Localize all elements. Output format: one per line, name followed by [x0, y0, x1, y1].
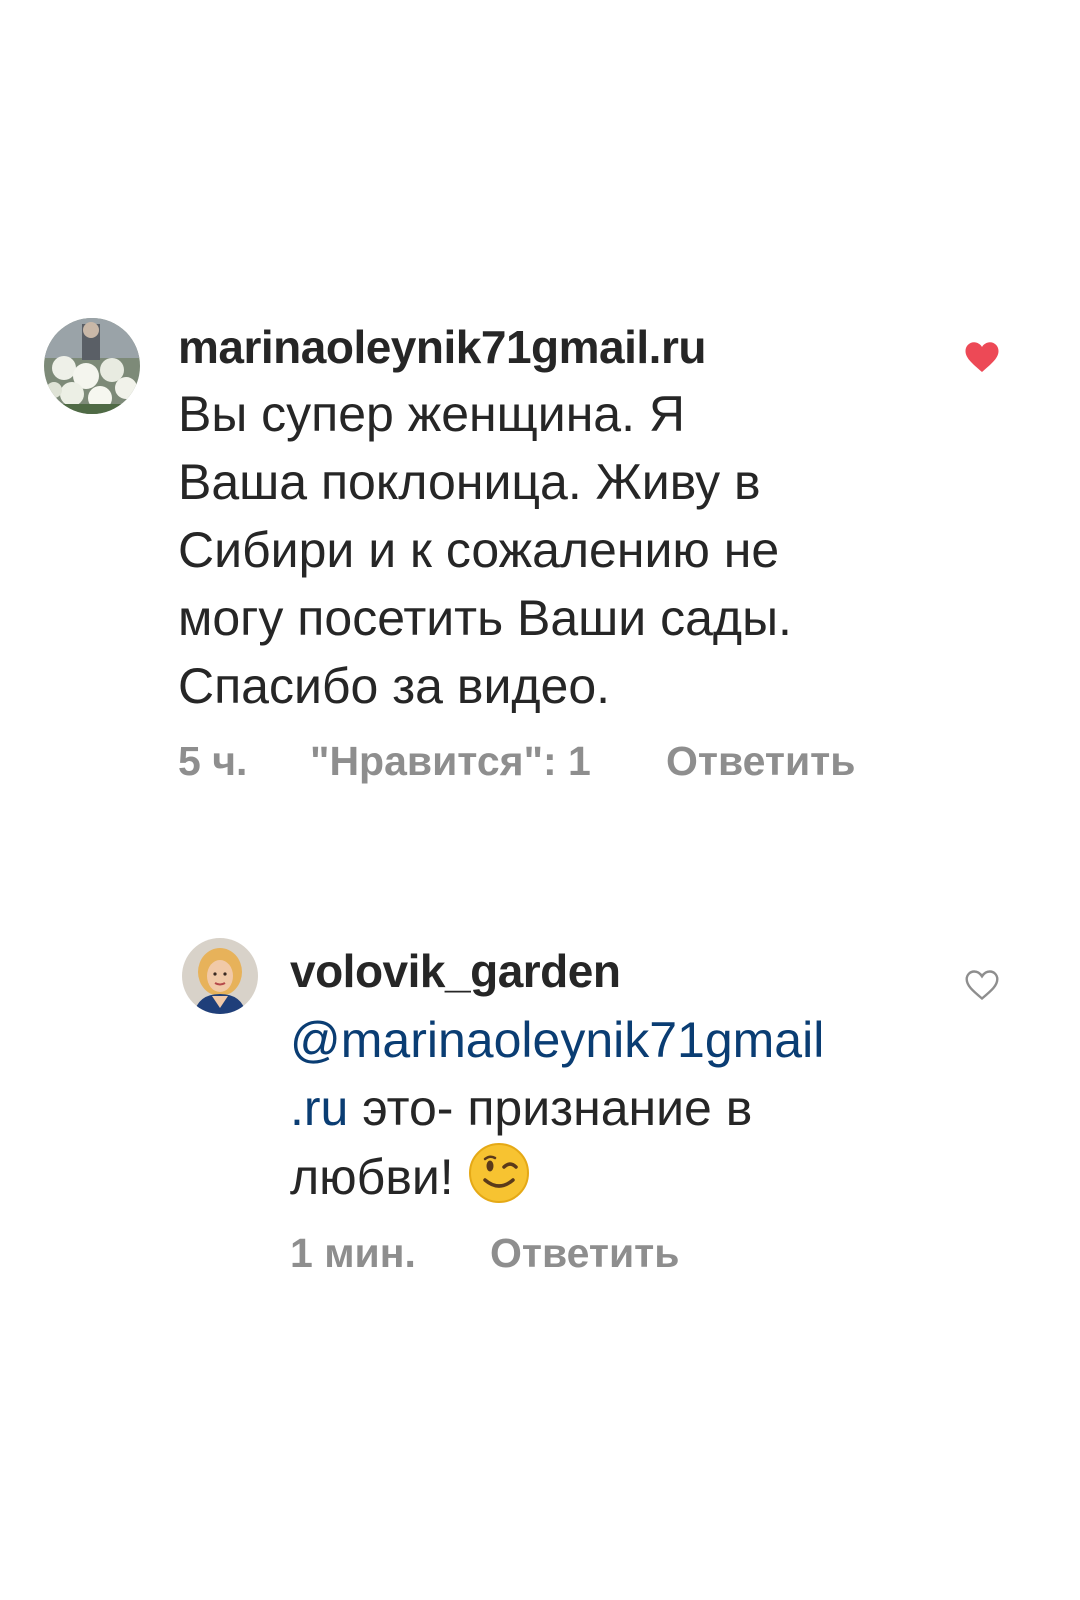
- comment-line-2: .ru это- признание в: [290, 1074, 950, 1142]
- comment-text-part: любви!: [290, 1149, 454, 1205]
- avatar-image: [182, 938, 258, 1014]
- comment-line-3: любви!: [290, 1142, 950, 1211]
- reply-button[interactable]: Ответить: [490, 1230, 679, 1277]
- timestamp: 5 ч.: [178, 738, 248, 784]
- avatar-image: [44, 318, 140, 414]
- avatar[interactable]: [44, 318, 140, 414]
- likes-count[interactable]: "Нравится": 1: [310, 738, 591, 785]
- comment-text-part: это- признание в: [348, 1080, 753, 1136]
- heart-outline-icon[interactable]: [964, 968, 1000, 1002]
- comment-text: Вы супер женщина. Я Ваша поклоница. Живу…: [178, 386, 792, 714]
- comment-marinaoleynik: marinaoleynik71gmail.ru Вы супер женщина…: [0, 0, 1080, 820]
- comment-meta: 5 ч. "Нравится": 1 Ответить: [178, 738, 938, 788]
- comment-volovik-garden: volovik_garden @marinaoleynik71gmail .ru…: [0, 900, 1080, 1300]
- reply-button[interactable]: Ответить: [666, 738, 855, 785]
- mention-link[interactable]: @marinaoleynik71gmail: [290, 1006, 950, 1074]
- username[interactable]: marinaoleynik71gmail.ru: [178, 320, 706, 374]
- winking-face-emoji-icon: [468, 1142, 530, 1204]
- comment-text: @marinaoleynik71gmail .ru это- признание…: [290, 1006, 950, 1211]
- username[interactable]: volovik_garden: [290, 944, 621, 998]
- mention-link-continuation[interactable]: .ru: [290, 1080, 348, 1136]
- comment-meta: 1 мин. Ответить: [290, 1230, 890, 1280]
- heart-filled-icon[interactable]: [964, 340, 1000, 374]
- timestamp: 1 мин.: [290, 1230, 416, 1276]
- avatar[interactable]: [182, 938, 258, 1014]
